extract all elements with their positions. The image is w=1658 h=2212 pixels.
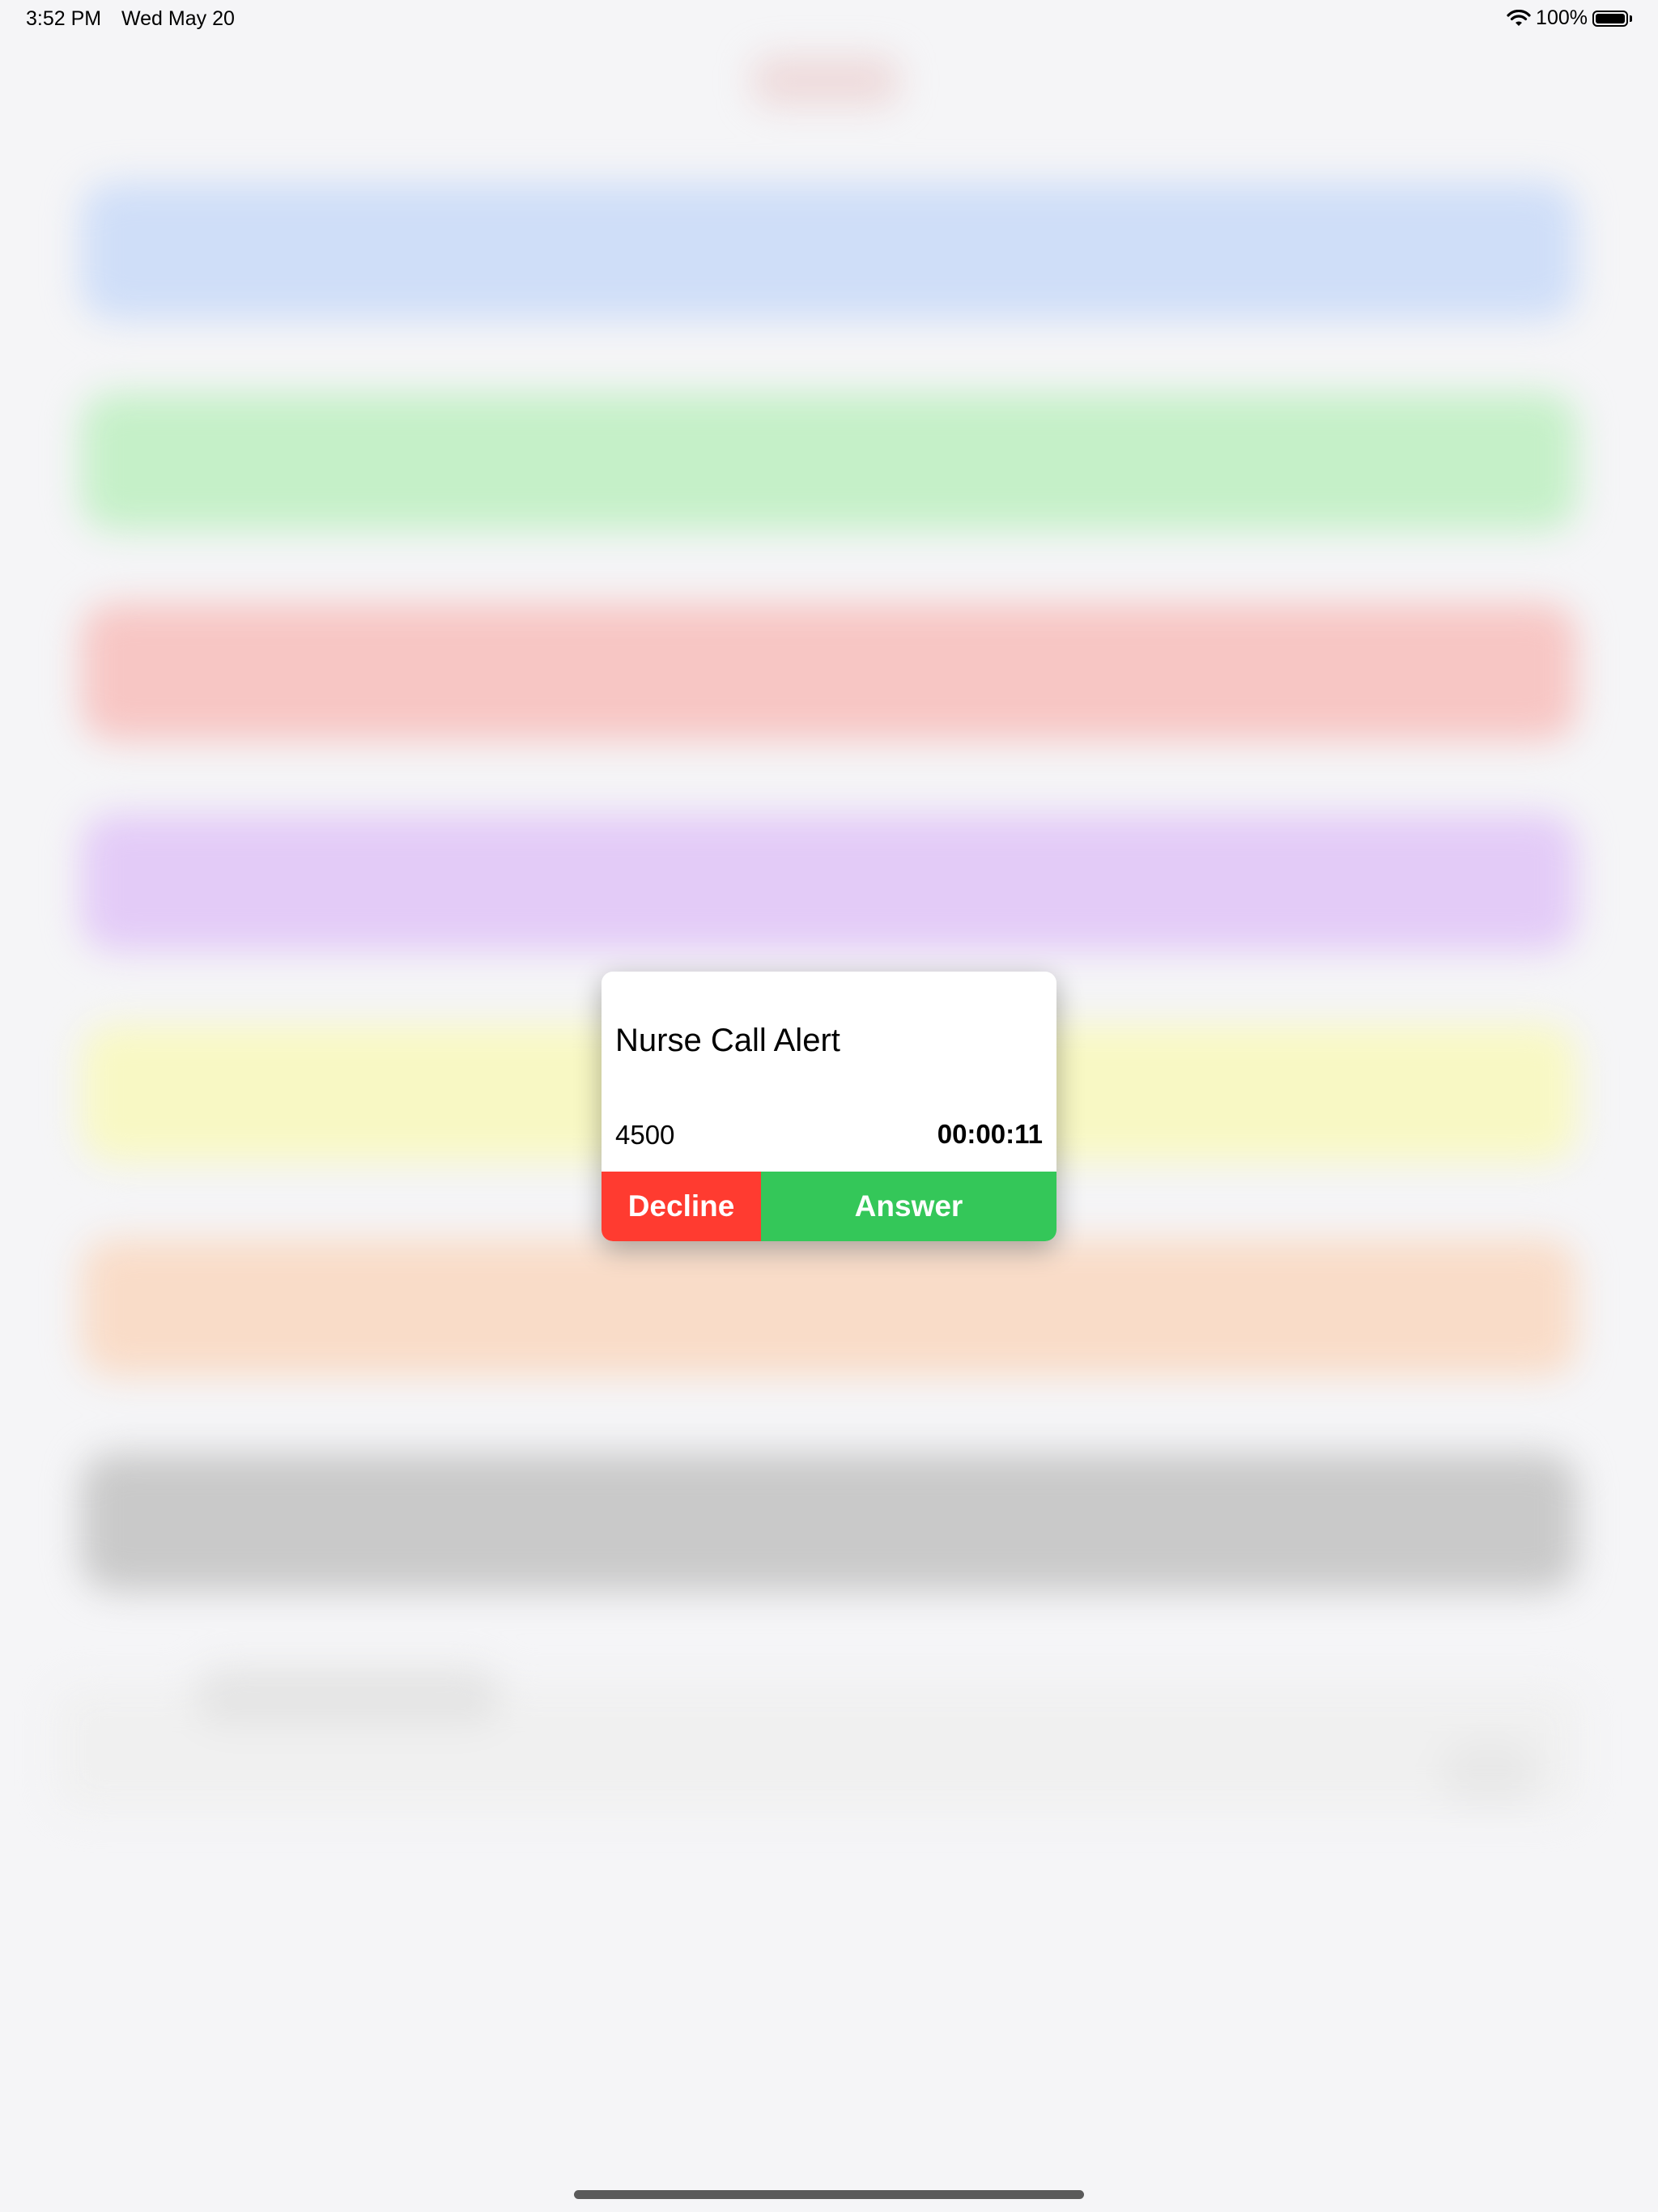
answer-button[interactable]: Answer <box>761 1172 1056 1241</box>
background-tile-purple <box>81 814 1577 951</box>
wifi-icon <box>1507 9 1531 28</box>
nurse-call-alert-dialog: Nurse Call Alert 4500 00:00:11 Decline A… <box>602 972 1056 1241</box>
home-indicator[interactable] <box>574 2190 1084 2199</box>
background-tile-red <box>81 603 1577 741</box>
decline-button[interactable]: Decline <box>602 1172 761 1241</box>
status-right: 100% <box>1507 6 1632 30</box>
background-tile-gray <box>81 1453 1577 1591</box>
background-tile-orange <box>81 1239 1577 1376</box>
background-tile-blue <box>81 182 1577 320</box>
background-tile-green <box>81 393 1577 530</box>
battery-full-icon <box>1592 10 1632 27</box>
background-footer-pill <box>194 1668 502 1725</box>
status-time: 3:52 PM <box>26 7 102 30</box>
call-timer: 00:00:11 <box>937 1119 1043 1149</box>
background-footer-button <box>1441 1741 1538 1806</box>
battery-percent: 100% <box>1536 6 1588 29</box>
status-bar: 3:52 PM Wed May 20 100% <box>0 0 1658 39</box>
dialog-actions: Decline Answer <box>602 1172 1056 1241</box>
caller-extension: 4500 <box>615 1120 675 1150</box>
background-title <box>753 57 899 105</box>
status-date: Wed May 20 <box>121 7 235 30</box>
dialog-title: Nurse Call Alert <box>615 1023 840 1058</box>
